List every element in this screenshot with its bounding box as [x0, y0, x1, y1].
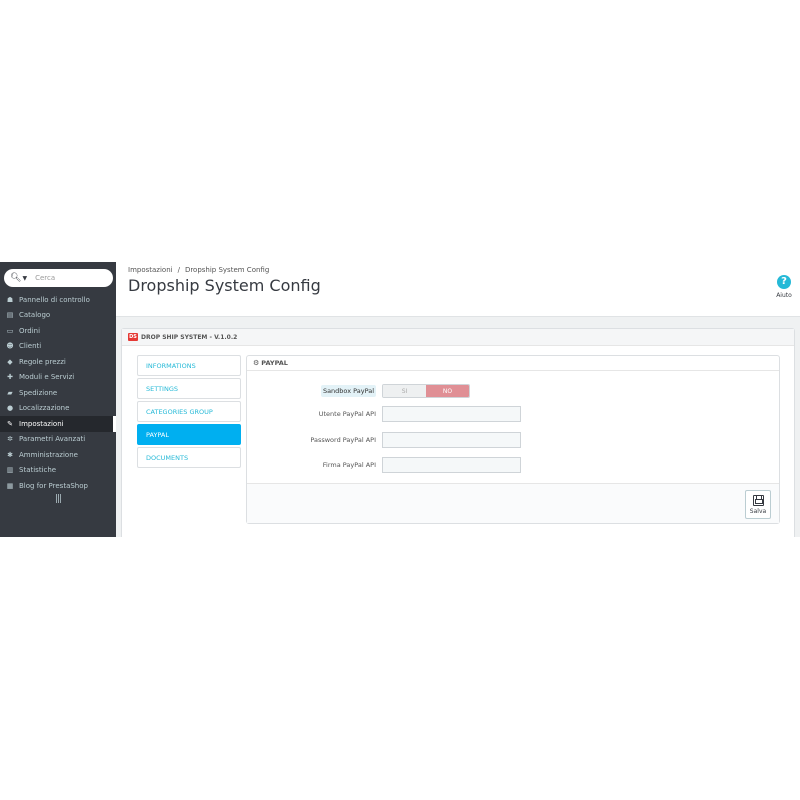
password-label: Password PayPal API: [310, 436, 376, 444]
modules-icon: ✚: [7, 373, 13, 382]
paypal-signature-input[interactable]: [382, 457, 521, 473]
module-title: DROP SHIP SYSTEM - V.1.0.2: [141, 333, 238, 341]
sidebar-item-label: Spedizione: [19, 388, 58, 397]
customers-icon: ☻: [6, 342, 14, 351]
sidebar-item-label: Clienti: [19, 342, 42, 351]
breadcrumb-separator: /: [177, 266, 180, 274]
sidebar-item-label: Amministrazione: [19, 450, 78, 459]
save-label: Salva: [749, 507, 767, 515]
sidebar-item-label: Moduli e Servizi: [19, 373, 75, 382]
sandbox-label: Sandbox PayPal: [247, 385, 382, 397]
help-label[interactable]: Aiuto: [770, 292, 798, 299]
sidebar-item-label: Parametri Avanzati: [19, 435, 86, 444]
breadcrumb-item[interactable]: Impostazioni: [128, 266, 173, 274]
sidebar-item-blog[interactable]: ▦ Blog for PrestaShop: [0, 478, 116, 494]
sidebar-item-stats[interactable]: ▥ Statistiche: [0, 463, 116, 479]
sandbox-switch[interactable]: SI NO: [382, 384, 470, 398]
tab-paypal[interactable]: PAYPAL: [137, 424, 241, 445]
tab-informations[interactable]: INFORMATIONS: [137, 355, 241, 376]
sidebar-nav: ☗ Pannello di controllo ▤ Catalogo ▭ Ordini…: [0, 292, 116, 494]
sidebar-item-label: Statistiche: [19, 466, 57, 475]
paypal-panel: ⚙ PAYPAL Sandbox PayPal SI NO Utente Pay…: [246, 355, 780, 524]
sidebar-item-label: Ordini: [19, 326, 41, 335]
sandbox-label-text: Sandbox PayPal: [320, 385, 376, 397]
paypal-user-input[interactable]: [382, 406, 521, 422]
signature-row: Firma PayPal API: [247, 457, 779, 473]
sidebar-item-label: Localizzazione: [19, 404, 70, 413]
catalog-icon: ▤: [6, 311, 14, 320]
sandbox-switch-no[interactable]: NO: [426, 385, 469, 397]
price-rules-icon: ◆: [7, 357, 13, 366]
sidebar-item-dashboard[interactable]: ☗ Pannello di controllo: [0, 292, 116, 308]
sidebar-item-customers[interactable]: ☻ Clienti: [0, 339, 116, 355]
chevron-down-icon[interactable]: ▼: [22, 275, 27, 282]
module-header: DS DROP SHIP SYSTEM - V.1.0.2: [122, 329, 794, 346]
search-icon[interactable]: 🔍︎: [10, 273, 21, 283]
sidebar-item-advanced-params[interactable]: ✲ Parametri Avanzati: [0, 432, 116, 448]
module-panel: DS DROP SHIP SYSTEM - V.1.0.2 INFORMATIO…: [121, 328, 795, 537]
breadcrumb-item-current: Dropship System Config: [184, 266, 270, 274]
user-row: Utente PayPal API: [247, 406, 779, 422]
sidebar-item-label: Catalogo: [19, 311, 51, 320]
localization-icon: ●: [6, 404, 14, 413]
shipping-icon: ▰: [7, 388, 13, 397]
sidebar-item-settings[interactable]: ✎ Impostazioni: [0, 416, 116, 432]
admin-app: 🔍︎ ▼ ☗ Pannello di controllo ▤ Catalogo ▭ O…: [0, 262, 800, 537]
dropship-logo: DS: [128, 333, 138, 341]
gears-icon: ⚙: [253, 359, 260, 367]
password-row: Password PayPal API: [247, 432, 779, 448]
paypal-panel-header: ⚙ PAYPAL: [247, 356, 779, 371]
sidebar-item-label: Impostazioni: [19, 419, 64, 428]
tab-documents[interactable]: DOCUMENTS: [137, 447, 241, 468]
blog-icon: ▦: [6, 481, 14, 490]
sidebar-item-label: Regole prezzi: [19, 357, 66, 366]
admin-icon: ✱: [7, 450, 13, 459]
sidebar-item-localization[interactable]: ● Localizzazione: [0, 401, 116, 417]
user-label: Utente PayPal API: [318, 410, 376, 418]
sidebar-item-admin[interactable]: ✱ Amministrazione: [0, 447, 116, 463]
sidebar-item-price-rules[interactable]: ◆ Regole prezzi: [0, 354, 116, 370]
sidebar-collapse-icon[interactable]: |||: [55, 494, 62, 504]
sidebar-item-catalog[interactable]: ▤ Catalogo: [0, 308, 116, 324]
search-input[interactable]: [35, 274, 106, 282]
sidebar-item-orders[interactable]: ▭ Ordini: [0, 323, 116, 339]
page-header: Impostazioni / Dropship System Config Drop…: [116, 262, 800, 317]
tab-categories-group[interactable]: CATEGORIES GROUP: [137, 401, 241, 422]
sidebar-item-label: Pannello di controllo: [19, 295, 90, 304]
paypal-password-input[interactable]: [382, 432, 521, 448]
stats-icon: ▥: [6, 466, 14, 475]
question-circle-icon[interactable]: ?: [777, 275, 791, 289]
save-button[interactable]: Salva: [745, 490, 771, 519]
page-title: Dropship System Config: [128, 276, 321, 295]
sandbox-switch-yes[interactable]: SI: [383, 385, 426, 397]
signature-label: Firma PayPal API: [322, 461, 376, 469]
search-box[interactable]: 🔍︎ ▼: [4, 269, 113, 287]
sidebar: 🔍︎ ▼ ☗ Pannello di controllo ▤ Catalogo ▭ O…: [0, 262, 116, 537]
wrench-icon: ✎: [7, 419, 13, 428]
tab-settings[interactable]: SETTINGS: [137, 378, 241, 399]
dashboard-icon: ☗: [6, 295, 14, 304]
breadcrumb: Impostazioni / Dropship System Config: [128, 266, 269, 274]
sidebar-item-modules[interactable]: ✚ Moduli e Servizi: [0, 370, 116, 386]
sidebar-item-label: Blog for PrestaShop: [19, 481, 88, 490]
sidebar-item-shipping[interactable]: ▰ Spedizione: [0, 385, 116, 401]
paypal-panel-title: PAYPAL: [261, 359, 288, 367]
paypal-panel-footer: Salva: [247, 483, 779, 523]
help-button[interactable]: ? Aiuto: [776, 275, 792, 299]
advanced-params-icon: ✲: [7, 435, 13, 444]
module-tabs: INFORMATIONS SETTINGS CATEGORIES GROUP P…: [137, 355, 241, 470]
orders-icon: ▭: [6, 326, 14, 335]
sandbox-row: Sandbox PayPal SI NO: [247, 383, 779, 399]
floppy-disk-icon: [752, 494, 764, 506]
